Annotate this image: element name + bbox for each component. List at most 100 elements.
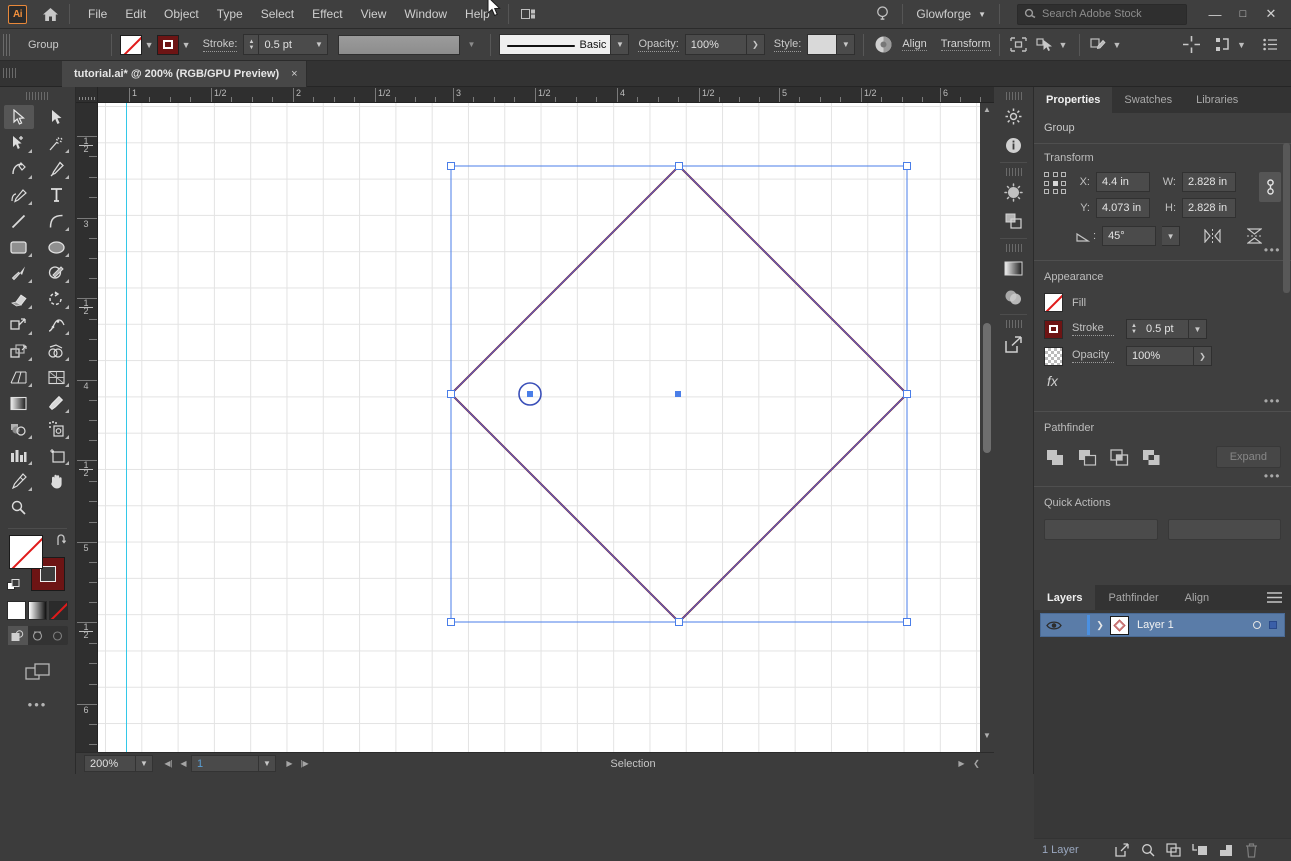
close-button[interactable]: ✕	[1257, 3, 1285, 25]
draw-inside-button[interactable]	[48, 626, 68, 645]
recolor-artwork-icon[interactable]	[872, 34, 894, 56]
appearance-opacity-expand-icon[interactable]: ❯	[1194, 346, 1212, 366]
flip-vertical-icon[interactable]	[1247, 228, 1263, 244]
status-menu-button[interactable]: ▶	[954, 755, 969, 772]
link-proportions-icon[interactable]	[1259, 172, 1281, 202]
appearance-opacity-label[interactable]: Opacity	[1072, 349, 1114, 363]
artboard-number-input[interactable]: 1	[191, 755, 259, 772]
tool-blend-tool[interactable]	[4, 417, 34, 441]
tool-hand-tool[interactable]	[41, 469, 71, 493]
stroke-swatch-button[interactable]	[156, 34, 179, 55]
stroke-profile-chevron-down-icon[interactable]: ▼	[460, 34, 483, 55]
flip-horizontal-icon[interactable]	[1204, 229, 1221, 243]
draw-normal-button[interactable]	[7, 626, 28, 645]
layer-row[interactable]: ❯ Layer 1	[1040, 613, 1285, 637]
dock-grip-3[interactable]	[1005, 244, 1022, 252]
tab-swatches[interactable]: Swatches	[1112, 87, 1185, 113]
status-collapse-button[interactable]: ❮	[969, 755, 984, 772]
fill-swatch-button[interactable]	[119, 34, 142, 55]
pathfinder-minus-front-button[interactable]	[1076, 446, 1098, 468]
tool-direct-selection-tool[interactable]	[41, 105, 71, 129]
align-to-selection-icon[interactable]	[1180, 34, 1202, 56]
distribute-objects-icon[interactable]	[1212, 34, 1234, 56]
stroke-profile-preview[interactable]	[338, 34, 461, 55]
tool-selection-tool[interactable]	[3, 105, 34, 129]
tool-scale-tool[interactable]	[4, 313, 34, 337]
tool-curvature-tool[interactable]	[4, 157, 34, 181]
transform-more-options[interactable]: •••	[1264, 243, 1281, 257]
appearance-opacity-input[interactable]: 100%	[1126, 346, 1194, 366]
tool-rotate-tool[interactable]	[41, 287, 71, 311]
change-screen-mode-button[interactable]	[24, 661, 52, 683]
scroll-down-icon[interactable]: ▼	[982, 731, 992, 741]
menu-select[interactable]: Select	[252, 3, 303, 25]
tool-arc-tool[interactable]	[41, 209, 71, 233]
color-mode-button[interactable]	[7, 601, 26, 620]
tool-eraser-tool[interactable]	[4, 287, 34, 311]
none-mode-button[interactable]	[49, 601, 68, 620]
toolbar-more-button[interactable]: •••	[0, 697, 75, 712]
control-bar-grip[interactable]	[3, 33, 12, 56]
pathfinder-exclude-button[interactable]	[1140, 446, 1162, 468]
properties-icon[interactable]	[999, 103, 1029, 129]
select-similar-chevron-down-icon[interactable]: ▼	[1056, 35, 1071, 55]
zoom-level-input[interactable]: 200%	[84, 755, 136, 772]
transform-button[interactable]: Transform	[940, 38, 991, 51]
artboards-chevron-down-icon[interactable]: ▼	[1110, 35, 1125, 55]
layer-target-icon[interactable]	[1253, 621, 1261, 629]
tool-gradient-tool[interactable]	[4, 391, 34, 415]
menu-object[interactable]: Object	[155, 3, 208, 25]
isolate-group-icon[interactable]	[1008, 34, 1030, 56]
last-artboard-button[interactable]: |▶	[297, 755, 312, 772]
reference-point-selector[interactable]	[1044, 172, 1068, 196]
tab-pathfinder[interactable]: Pathfinder	[1095, 585, 1171, 610]
x-input[interactable]: 4.4 in	[1096, 172, 1150, 192]
h-input[interactable]: 2.828 in	[1182, 198, 1236, 218]
tool-width-tool[interactable]	[41, 313, 71, 337]
tool-magic-wand-tool[interactable]	[4, 131, 34, 155]
angle-chevron-down-icon[interactable]: ▼	[1162, 226, 1181, 246]
account-selector[interactable]: Glowforge ▼	[912, 4, 990, 24]
tab-bar-grip[interactable]	[3, 68, 17, 78]
w-input[interactable]: 2.828 in	[1182, 172, 1236, 192]
previous-artboard-button[interactable]: ◀	[176, 755, 191, 772]
menu-view[interactable]: View	[352, 3, 396, 25]
dock-grip-4[interactable]	[1005, 320, 1022, 328]
tool-slice-tool[interactable]	[4, 469, 34, 493]
tool-column-graph-tool[interactable]	[4, 443, 34, 467]
tool-type-tool[interactable]	[41, 183, 71, 207]
gradient-dock-icon[interactable]	[999, 255, 1029, 281]
pathfinder-more-options[interactable]: •••	[1264, 469, 1281, 483]
stroke-weight-stepper[interactable]: ▲ ▼	[243, 34, 259, 55]
appearance-stroke-weight-input[interactable]: 0.5 pt	[1141, 319, 1189, 339]
new-layer-icon[interactable]	[1213, 840, 1239, 860]
tool-rectangle-tool[interactable]	[4, 235, 34, 259]
tool-pen-tool[interactable]	[41, 157, 71, 181]
menu-file[interactable]: File	[79, 3, 116, 25]
panel-options-list-icon[interactable]	[1259, 34, 1281, 56]
tab-layers[interactable]: Layers	[1034, 585, 1096, 610]
tool-lasso-tool[interactable]	[41, 131, 71, 155]
tab-libraries[interactable]: Libraries	[1184, 87, 1251, 113]
menu-type[interactable]: Type	[208, 3, 252, 25]
fill-chevron-down-icon[interactable]: ▼	[142, 35, 157, 55]
fill-color-swatch[interactable]	[8, 535, 43, 569]
tool-perspective-grid-tool[interactable]	[4, 365, 34, 389]
search-help-bulb-icon[interactable]	[871, 4, 893, 24]
tool-artboard-tool[interactable]	[41, 443, 71, 467]
tool-add-anchor-point-tool[interactable]	[4, 183, 34, 207]
panel-menu-icon[interactable]	[1267, 592, 1282, 603]
next-artboard-button[interactable]: ▶	[282, 755, 297, 772]
tool-ellipse-tool[interactable]	[41, 235, 71, 259]
tool-eyedropper-tool[interactable]	[41, 391, 71, 415]
style-label[interactable]: Style:	[773, 38, 802, 52]
delete-layer-icon[interactable]	[1239, 840, 1265, 860]
pathfinder-expand-button[interactable]: Expand	[1215, 446, 1281, 468]
appearance-stroke-swatch[interactable]	[1044, 319, 1063, 339]
layer-expand-chevron-icon[interactable]: ❯	[1090, 620, 1110, 631]
arrange-documents-icon[interactable]	[518, 4, 540, 24]
stroke-weight-input[interactable]: 0.5 pt	[258, 34, 311, 55]
stroke-chevron-down-icon[interactable]: ▼	[179, 35, 194, 55]
appearance-opacity-swatch[interactable]	[1044, 346, 1063, 366]
export-dock-icon[interactable]	[999, 331, 1029, 357]
